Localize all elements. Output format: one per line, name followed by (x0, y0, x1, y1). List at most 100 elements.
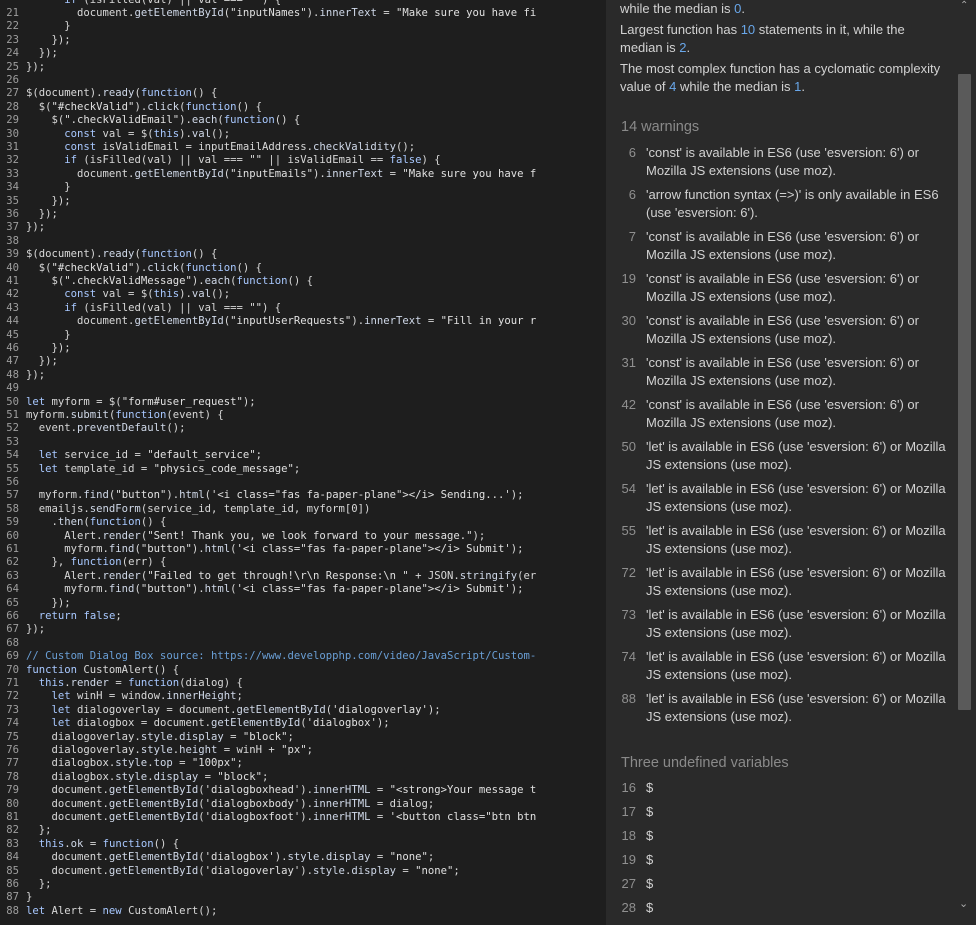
code-text: let myform = $("form#user_request"); (26, 395, 256, 408)
line-number: 55 (6, 462, 19, 475)
warning-message: 'let' is available in ES6 (use 'esversio… (646, 607, 946, 640)
code-line: 60 Alert.render("Sent! Thank you, we loo… (0, 530, 606, 543)
code-text: const val = $(this).val(); (64, 288, 231, 301)
code-text: return false; (38, 609, 122, 622)
code-text: let service_id = "default_service"; (38, 449, 263, 462)
code-text: }); (26, 33, 71, 46)
metric-value: 10 (740, 22, 756, 37)
code-line: 36 }); (0, 208, 606, 221)
line-number: 46 (6, 341, 19, 354)
code-text: } (26, 181, 71, 194)
code-text: this.render = function(dialog) { (38, 676, 243, 689)
code-line: 32 if (isFilled(val) || val === "" || is… (0, 154, 606, 167)
code-line: 83 this.ok = function() { (0, 838, 606, 851)
line-number: 53 (6, 435, 19, 448)
code-text: }); (26, 60, 46, 73)
code-text: myform.find("button").html('<i class="fa… (26, 489, 524, 502)
line-number: 65 (6, 596, 19, 609)
warning-message: 'const' is available in ES6 (use 'esvers… (646, 271, 919, 304)
code-text: emailjs.sendForm(service_id, template_id… (26, 502, 371, 515)
code-text: }; (26, 877, 52, 890)
line-number: 64 (6, 583, 19, 596)
code-line: 84 document.getElementById('dialogbox').… (0, 851, 606, 864)
warning-message: 'let' is available in ES6 (use 'esversio… (646, 523, 946, 556)
code-line: 34 } (0, 181, 606, 194)
line-number: 81 (6, 810, 19, 823)
code-line: 26 (0, 74, 606, 87)
code-text: function CustomAlert() { (26, 663, 180, 676)
code-text: document.getElementById('dialogboxhead')… (26, 784, 537, 797)
code-line: if (isFilled(val) || val === "") { (0, 0, 606, 7)
code-line: 86 }; (0, 878, 606, 891)
line-number: 22 (6, 20, 19, 33)
code-line: 78 dialogbox.style.display = "block"; (0, 771, 606, 784)
scrollbar-thumb[interactable] (958, 74, 971, 710)
code-line: 80 document.getElementById('dialogboxbod… (0, 798, 606, 811)
line-number: 49 (6, 382, 19, 395)
line-number: 68 (6, 636, 19, 649)
scroll-down-arrow-icon[interactable]: ⌄ (959, 899, 968, 910)
scroll-up-arrow-icon[interactable]: ⌃ (960, 1, 968, 11)
code-text: }; (26, 824, 52, 837)
warning-line-number: 50 (621, 439, 636, 454)
code-text: }); (26, 596, 71, 609)
line-number: 87 (6, 891, 19, 904)
code-line: 65 }); (0, 597, 606, 610)
line-number: 62 (6, 556, 19, 569)
code-text: $("#checkValid").click(function() { (26, 100, 263, 113)
warning-line-number: 31 (621, 355, 636, 370)
warning-message: 'const' is available in ES6 (use 'esvers… (646, 229, 919, 262)
code-text: document.getElementById("inputUserReques… (26, 315, 537, 328)
code-line: 76 dialogoverlay.style.height = winH + "… (0, 744, 606, 757)
code-text: Alert.render("Failed to get through!\r\n… (26, 569, 537, 582)
undefined-variable-line-number: 19 (621, 852, 636, 867)
line-number: 24 (6, 47, 19, 60)
warning-message: 'const' is available in ES6 (use 'esvers… (646, 313, 919, 346)
line-number: 70 (6, 663, 19, 676)
code-line: 51 myform.submit(function(event) { (0, 409, 606, 422)
code-editor[interactable]: if (isFilled(val) || val === "") {21 doc… (0, 0, 606, 925)
code-line: 52 event.preventDefault(); (0, 422, 606, 435)
line-number: 63 (6, 569, 19, 582)
undefined-variables-heading: Three undefined variables (621, 755, 789, 771)
code-line: 69 // Custom Dialog Box source: https://w… (0, 650, 606, 663)
code-line: 59 .then(function() { (0, 516, 606, 529)
code-line: 87} (0, 891, 606, 904)
warning-line-number: 74 (621, 649, 636, 664)
line-number: 71 (6, 676, 19, 689)
code-line: 25}); (0, 61, 606, 74)
code-text: // Custom Dialog Box source: https://www… (26, 650, 537, 663)
code-line: 53 (0, 436, 606, 449)
code-text: myform.find("button").html('<i class="fa… (26, 583, 524, 596)
panel-scrollbar[interactable]: ⌃ ⌄ (954, 0, 976, 925)
warning-message: 'const' is available in ES6 (use 'esvers… (646, 145, 919, 178)
code-text: dialogbox.style.top = "100px"; (26, 757, 243, 770)
code-line: 48}); (0, 369, 606, 382)
warning-line-number: 88 (621, 691, 636, 706)
warning-line-number: 54 (621, 481, 636, 496)
line-number: 57 (6, 489, 19, 502)
undefined-variable-line-number: 18 (621, 828, 636, 843)
code-line: 55 let template_id = "physics_code_messa… (0, 463, 606, 476)
code-text: $(".checkValidMessage").each(function() … (26, 274, 314, 287)
code-text: myform.submit(function(event) { (26, 408, 224, 421)
warning-message: 'let' is available in ES6 (use 'esversio… (646, 691, 946, 724)
code-text: dialogoverlay.style.height = winH + "px"… (26, 743, 314, 756)
code-line: 64 myform.find("button").html('<i class=… (0, 583, 606, 596)
code-text: const val = $(this).val(); (64, 127, 231, 140)
undefined-variable-name: $ (646, 852, 654, 867)
metric-median-statements: median is 2. (620, 40, 691, 55)
undefined-variable-line-number: 16 (621, 780, 636, 795)
code-line: 79 document.getElementById('dialogboxhea… (0, 784, 606, 797)
code-line: 30 const val = $(this).val(); (0, 128, 606, 141)
line-number: 61 (6, 542, 19, 555)
warning-message: 'let' is available in ES6 (use 'esversio… (646, 649, 946, 682)
line-number: 80 (6, 797, 19, 810)
warning-message: 'let' is available in ES6 (use 'esversio… (646, 439, 946, 472)
line-number: 88 (6, 904, 19, 917)
code-line: 70 function CustomAlert() { (0, 664, 606, 677)
code-line: 33 document.getElementById("inputEmails"… (0, 168, 606, 181)
metric-median-parameters: while the median is 0. (620, 1, 746, 16)
code-line: 40 $("#checkValid").click(function() { (0, 262, 606, 275)
undefined-variable-line-number: 27 (621, 876, 636, 891)
